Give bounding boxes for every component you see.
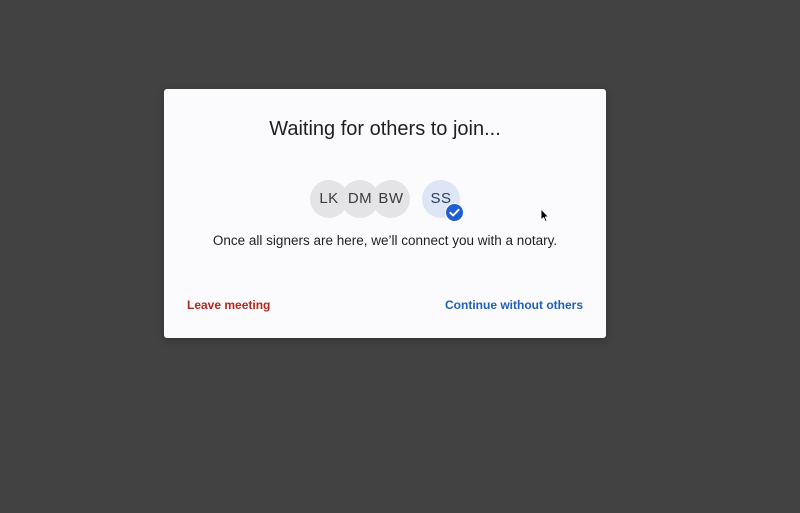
dialog-subtitle: Once all signers are here, we’ll connect… bbox=[212, 233, 558, 248]
avatar-bw: BW bbox=[372, 180, 410, 218]
mouse-cursor-icon bbox=[540, 208, 550, 228]
continue-without-others-button[interactable]: Continue without others bbox=[445, 298, 583, 312]
leave-meeting-button[interactable]: Leave meeting bbox=[187, 298, 270, 312]
dialog-title: Waiting for others to join... bbox=[269, 118, 501, 140]
check-icon bbox=[445, 203, 464, 222]
